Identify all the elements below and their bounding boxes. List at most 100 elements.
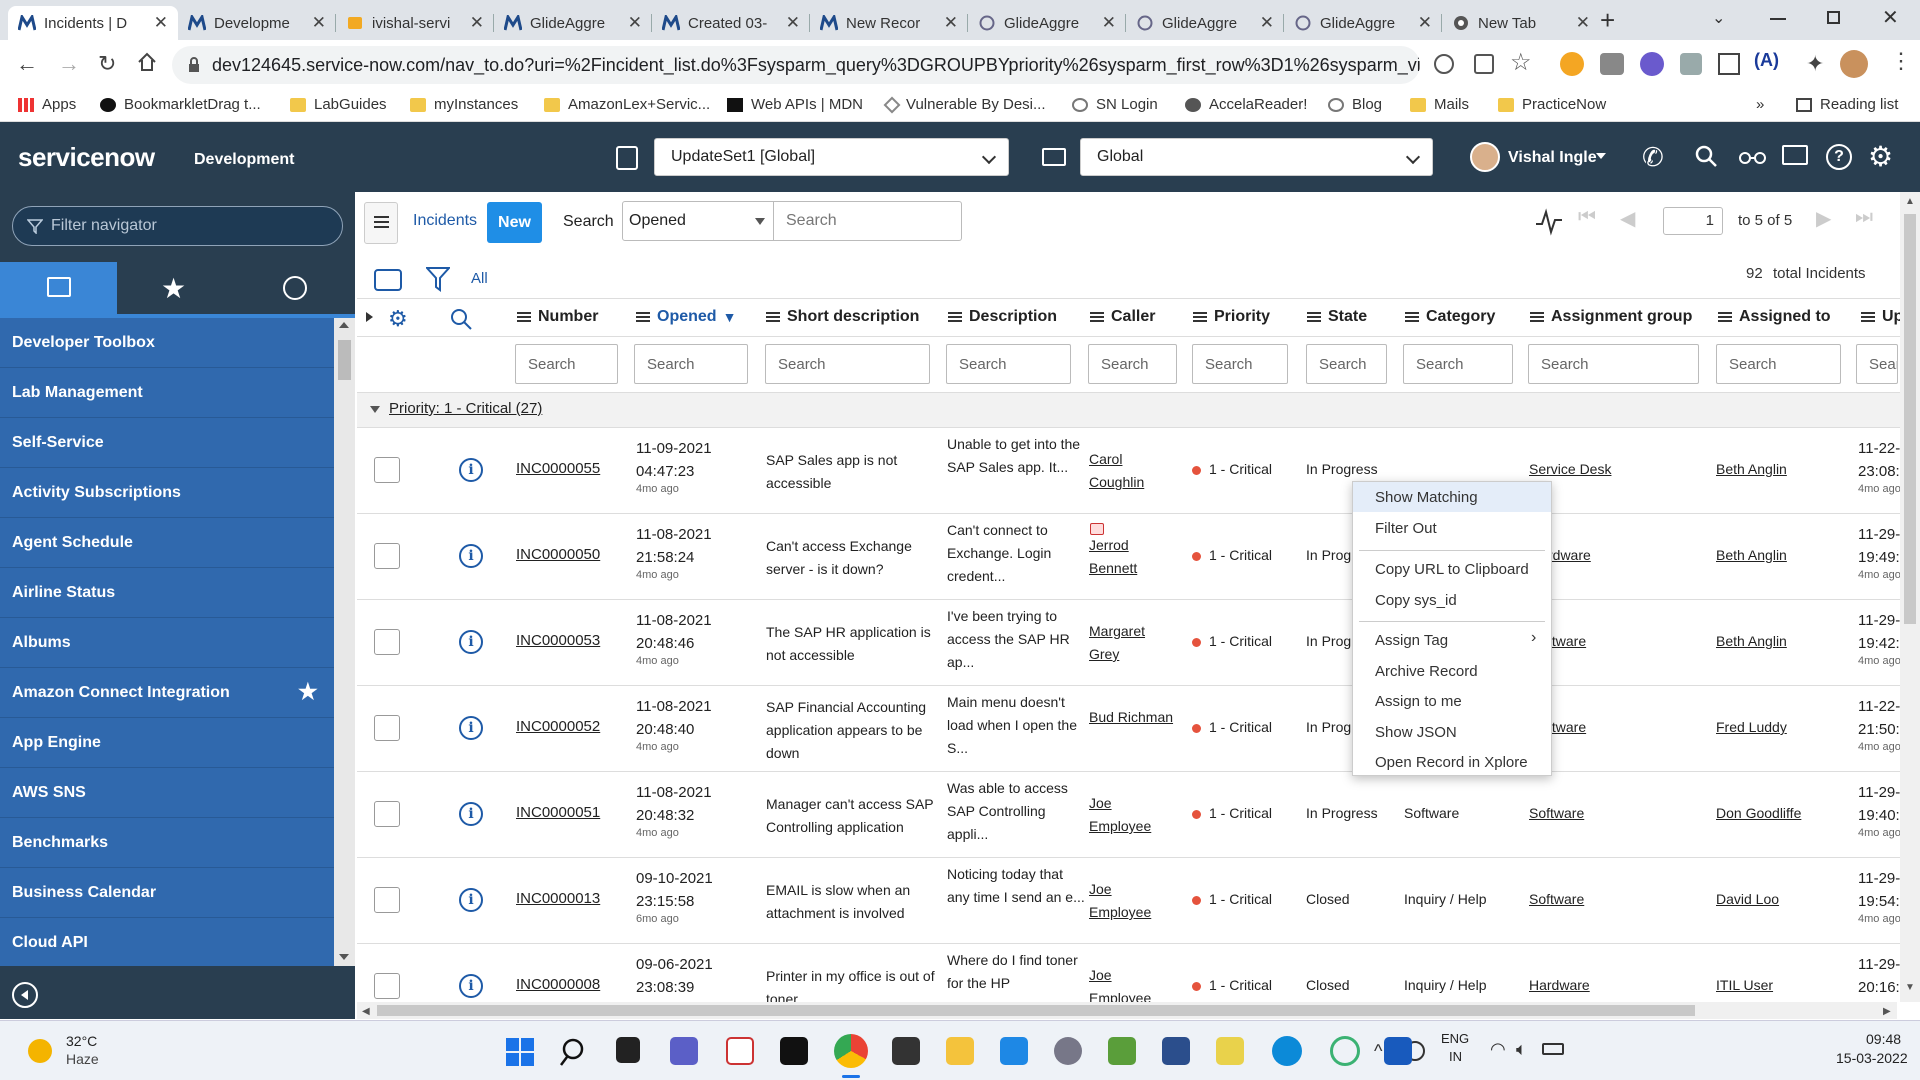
menu-item-assign-to-me[interactable]: Assign to me <box>1353 686 1551 716</box>
scroll-left-icon[interactable]: ◀ <box>362 1006 370 1017</box>
nav-item-albums[interactable]: Albums <box>0 618 334 668</box>
column-header-state[interactable]: State <box>1307 308 1367 326</box>
incident-number-link[interactable]: INC0000055 <box>516 460 600 477</box>
column-header-short-description[interactable]: Short description <box>766 308 919 326</box>
assigned-to-link[interactable]: Beth Anglin <box>1716 630 1787 653</box>
last-page-icon[interactable]: ⏭ <box>1855 206 1873 229</box>
tools-app-icon[interactable] <box>1216 1037 1244 1065</box>
tab-developme[interactable]: Developme ✕ <box>178 6 336 40</box>
help-icon[interactable]: ? <box>1826 144 1852 170</box>
next-page-icon[interactable]: ▶ <box>1816 206 1831 231</box>
assigned-to-link[interactable]: Beth Anglin <box>1716 544 1787 567</box>
column-header-priority[interactable]: Priority <box>1193 308 1270 326</box>
bookmark-blog[interactable]: Blog <box>1328 96 1382 113</box>
scrollbar-thumb[interactable] <box>338 340 351 380</box>
scroll-down-icon[interactable] <box>339 954 349 960</box>
group-collapse-icon[interactable] <box>370 406 380 413</box>
clock-time[interactable]: 09:48 <box>1866 1031 1901 1047</box>
short-description-cell[interactable]: SAP Financial Accounting application app… <box>766 695 936 765</box>
incident-number-link[interactable]: INC0000052 <box>516 718 600 735</box>
group-label[interactable]: Priority: 1 - Critical (27) <box>389 400 542 417</box>
caller-link[interactable]: Joe Employee <box>1089 792 1174 838</box>
filter-navigator-input[interactable]: Filter navigator <box>12 206 343 246</box>
caller-link[interactable]: Joe Employee <box>1089 878 1174 924</box>
tab-glideaggre-3[interactable]: GlideAggre ✕ <box>1126 6 1284 40</box>
word-icon[interactable] <box>1384 1037 1412 1065</box>
comments-bubble-icon[interactable] <box>374 269 402 291</box>
row-select-checkbox[interactable] <box>374 629 400 655</box>
column-header-assignment-group[interactable]: Assignment group <box>1530 308 1692 326</box>
close-tab-icon[interactable]: ✕ <box>1102 13 1116 33</box>
nav-item-activity-subscriptions[interactable]: Activity Subscriptions <box>0 468 334 518</box>
teams-chat-icon[interactable] <box>670 1037 698 1065</box>
close-tab-icon[interactable]: ✕ <box>312 13 326 33</box>
menu-item-assign-tag[interactable]: Assign Tag › <box>1353 625 1551 655</box>
excel-like-app-icon[interactable] <box>1108 1037 1136 1065</box>
assigned-to-link[interactable]: David Loo <box>1716 888 1779 911</box>
app-icon[interactable] <box>1162 1037 1190 1065</box>
row-select-checkbox[interactable] <box>374 715 400 741</box>
assignment-group-link[interactable]: rdware <box>1548 544 1591 567</box>
search-icon[interactable] <box>1694 144 1718 168</box>
bookmark-myinstances[interactable]: myInstances <box>410 96 518 113</box>
column-header-assigned-to[interactable]: Assigned to <box>1718 308 1831 326</box>
scroll-up-icon[interactable] <box>339 322 349 328</box>
close-tab-icon[interactable]: ✕ <box>154 13 168 33</box>
extension-1-icon[interactable] <box>1560 52 1584 76</box>
impersonate-glasses-icon[interactable] <box>1738 146 1768 166</box>
volume-icon[interactable]: 🔈︎ <box>1516 1039 1527 1060</box>
url-bar[interactable]: dev124645.service-now.com/nav_to.do?uri=… <box>172 46 1420 84</box>
row-select-checkbox[interactable] <box>374 543 400 569</box>
incident-number-link[interactable]: INC0000051 <box>516 804 600 821</box>
close-tab-icon[interactable]: ✕ <box>786 13 800 33</box>
new-button[interactable]: New <box>487 202 542 243</box>
column-header-updated[interactable]: Up <box>1861 308 1903 326</box>
incident-number-link[interactable]: INC0000008 <box>516 976 600 993</box>
caller-link[interactable]: Jerrod Bennett <box>1089 534 1174 580</box>
nav-item-amazon-connect[interactable]: Amazon Connect Integration ★ <box>0 668 334 718</box>
short-description-cell[interactable]: EMAIL is slow when an attachment is invo… <box>766 867 936 937</box>
show-hidden-icons-chevron-icon[interactable]: ^ <box>1374 1041 1382 1062</box>
nav-item-app-engine[interactable]: App Engine <box>0 718 334 768</box>
servicenow-logo[interactable]: servicenow <box>18 142 155 173</box>
column-header-number[interactable]: Number <box>517 308 598 326</box>
application-scope-icon[interactable] <box>1042 148 1066 166</box>
postman-like-icon[interactable] <box>1330 1036 1360 1066</box>
chrome-menu-icon[interactable]: ⋮ <box>1890 48 1912 74</box>
short-description-cell[interactable]: Can't access Exchange server - is it dow… <box>766 523 936 593</box>
menu-item-filter-out[interactable]: Filter Out <box>1353 513 1551 543</box>
column-header-opened[interactable]: Opened ▼ <box>636 308 736 326</box>
bookmark-bookmarklet[interactable]: BookmarkletDrag t... <box>100 96 261 113</box>
taskbar-search-icon[interactable] <box>560 1037 590 1067</box>
record-preview-info-icon[interactable]: i <box>459 458 483 482</box>
assignment-group-link[interactable]: Software <box>1529 888 1584 911</box>
extension-a-icon[interactable]: (A) <box>1754 50 1779 71</box>
nav-item-cloud-api[interactable]: Cloud API <box>0 918 334 966</box>
tab-search-chevron-icon[interactable]: ⌄ <box>1712 8 1725 28</box>
vertical-scrollbar[interactable]: ▲ ▼ <box>1900 192 1920 1002</box>
new-tab-plus-icon[interactable]: + <box>1600 6 1615 34</box>
record-preview-info-icon[interactable]: i <box>459 630 483 654</box>
record-preview-info-icon[interactable]: i <box>459 974 483 998</box>
column-header-caller[interactable]: Caller <box>1090 308 1155 326</box>
tab-created[interactable]: Created 03- ✕ <box>652 6 810 40</box>
bookmark-accelareader[interactable]: AccelaReader! <box>1185 96 1307 113</box>
row-select-checkbox[interactable] <box>374 457 400 483</box>
scope-select[interactable]: Global <box>1080 138 1433 176</box>
user-avatar[interactable] <box>1470 142 1500 172</box>
bookmark-mails[interactable]: Mails <box>1410 96 1469 113</box>
personalize-list-gear-icon[interactable]: ⚙ <box>388 306 408 332</box>
reading-list[interactable]: Reading list <box>1796 96 1898 113</box>
edge-icon[interactable] <box>1272 1036 1302 1066</box>
extensions-puzzle-icon[interactable]: ✦ <box>1806 51 1824 77</box>
first-page-icon[interactable]: ⏮ <box>1578 206 1596 229</box>
language-code[interactable]: ENG <box>1441 1031 1469 1046</box>
assignment-group-link[interactable]: Software <box>1529 802 1584 825</box>
activity-pulse-icon[interactable] <box>1535 208 1563 236</box>
bookmark-mdn[interactable]: Web APIs | MDN <box>727 96 863 113</box>
terminal-icon[interactable] <box>892 1037 920 1065</box>
search-state-input[interactable]: Search <box>1306 344 1387 384</box>
assignment-group-link[interactable]: ftware <box>1548 716 1586 739</box>
incident-number-link[interactable]: INC0000013 <box>516 890 600 907</box>
bookmark-practicenow[interactable]: PracticeNow <box>1498 96 1606 113</box>
